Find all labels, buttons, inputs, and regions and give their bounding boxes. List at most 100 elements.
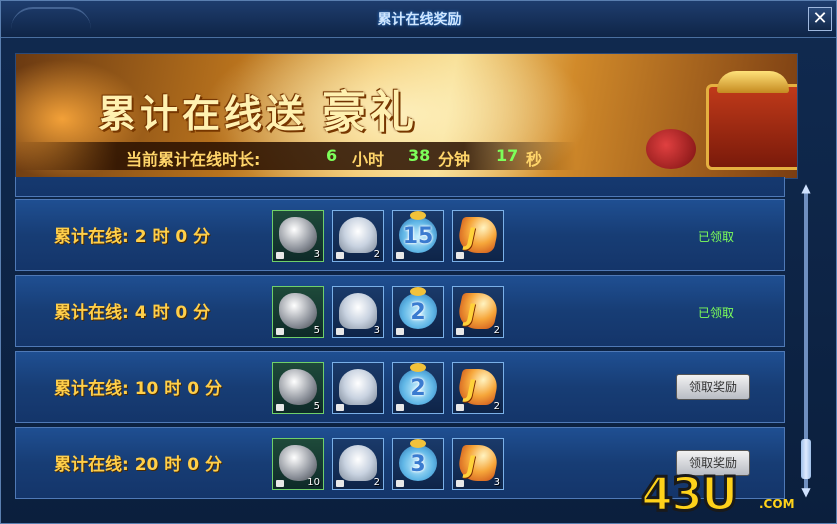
- watermark-brand: 43U: [639, 466, 739, 523]
- lock-icon: [336, 252, 344, 259]
- title-bar: 累计在线奖励 ✕: [1, 1, 836, 38]
- headline-big: 豪礼: [322, 87, 419, 138]
- silver-ingot-icon: [339, 293, 377, 329]
- lucky-bag-icon: 2: [399, 287, 437, 329]
- stone-icon: [279, 369, 317, 405]
- lock-icon: [396, 328, 404, 335]
- reward-item-slot[interactable]: [332, 362, 384, 414]
- item-count: 3: [373, 325, 380, 336]
- reward-item-slot[interactable]: J3: [452, 438, 504, 490]
- lock-icon: [336, 404, 344, 411]
- row-threshold-label: 累计在线: 2 时 0 分: [54, 227, 211, 247]
- online-time-bar: 当前累计在线时长: 6 小时 38 分钟 17 秒: [16, 142, 576, 170]
- lock-icon: [276, 252, 284, 259]
- claim-reward-button[interactable]: 领取奖励: [676, 374, 750, 400]
- bag-number: 15: [402, 224, 434, 249]
- item-count: 3: [493, 477, 500, 488]
- bag-number: 2: [410, 300, 426, 325]
- row-threshold-label: 累计在线: 4 时 0 分: [54, 303, 211, 323]
- lock-icon: [456, 480, 464, 487]
- minutes-value: 38: [408, 146, 431, 165]
- silver-ingot-icon: [339, 369, 377, 405]
- lock-icon: [396, 480, 404, 487]
- bag-number: 2: [410, 376, 426, 401]
- claimed-status: 已领取: [698, 306, 735, 320]
- window-title: 累计在线奖励: [377, 12, 462, 28]
- site-watermark-logo: 43U .COM: [639, 466, 821, 523]
- reward-item-slot[interactable]: J2: [452, 362, 504, 414]
- flame-j-icon: J: [455, 369, 501, 405]
- reward-items: 3 2 15 J: [272, 210, 504, 262]
- flame-j-icon: J: [455, 217, 501, 253]
- reward-item-slot[interactable]: 3: [272, 210, 324, 262]
- flame-j-icon: J: [455, 445, 501, 481]
- scrollbar[interactable]: ▲ ▼: [797, 181, 815, 499]
- reward-item-slot[interactable]: 2: [332, 438, 384, 490]
- close-button[interactable]: ✕: [808, 7, 832, 31]
- lock-icon: [456, 252, 464, 259]
- time-label: 当前累计在线时长:: [126, 150, 261, 169]
- lock-icon: [396, 252, 404, 259]
- watermark-suffix: .COM: [759, 497, 795, 511]
- lock-icon: [336, 480, 344, 487]
- reward-item-slot[interactable]: 10: [272, 438, 324, 490]
- reward-item-slot[interactable]: 3: [392, 438, 444, 490]
- reward-item-slot[interactable]: 2: [332, 210, 384, 262]
- reward-row: 累计在线: 10 时 0 分 5 2 J2 领取奖励: [15, 351, 785, 423]
- hours-value: 6: [326, 146, 338, 165]
- hours-unit: 小时: [352, 150, 385, 169]
- silver-ingot-icon: [339, 217, 377, 253]
- bag-number: 3: [410, 452, 426, 477]
- seconds-value: 17: [496, 146, 519, 165]
- reward-item-slot[interactable]: 5: [272, 286, 324, 338]
- lock-icon: [276, 404, 284, 411]
- reward-row: 累计在线: 2 时 0 分 3 2 15 J 已领取: [15, 199, 785, 271]
- reward-row: 累计在线: 4 时 0 分 5 3 2 J2 已领取: [15, 275, 785, 347]
- stone-icon: [279, 217, 317, 253]
- reward-row: [15, 177, 785, 197]
- reward-item-slot[interactable]: 15: [392, 210, 444, 262]
- item-count: 2: [493, 401, 500, 412]
- reward-item-slot[interactable]: 2: [392, 286, 444, 338]
- reward-item-slot[interactable]: 2: [392, 362, 444, 414]
- reward-item-slot[interactable]: J: [452, 210, 504, 262]
- red-pouch-art: [646, 129, 696, 169]
- silver-ingot-icon: [339, 445, 377, 481]
- lock-icon: [396, 404, 404, 411]
- treasure-chest-art: [706, 71, 797, 170]
- item-count: 2: [373, 477, 380, 488]
- lock-icon: [456, 328, 464, 335]
- item-count: 5: [313, 401, 320, 412]
- row-threshold-label: 累计在线: 20 时 0 分: [54, 455, 222, 475]
- online-reward-window: 累计在线奖励 ✕ 累计在线送 豪礼 当前累计在线时长: 6 小时 38 分钟 17…: [0, 0, 837, 524]
- lock-icon: [276, 480, 284, 487]
- reward-item-slot[interactable]: 3: [332, 286, 384, 338]
- lucky-bag-icon: 2: [399, 363, 437, 405]
- item-count: 2: [493, 325, 500, 336]
- lock-icon: [336, 328, 344, 335]
- item-count: 2: [373, 249, 380, 260]
- scroll-up-arrow-icon[interactable]: ▲: [799, 181, 813, 195]
- lucky-bag-icon: 3: [399, 439, 437, 481]
- lucky-bag-icon: 15: [399, 211, 437, 253]
- banner-headline: 累计在线送 豪礼: [98, 76, 418, 140]
- item-count: 10: [307, 477, 320, 488]
- reward-item-slot[interactable]: 5: [272, 362, 324, 414]
- banner: 累计在线送 豪礼 当前累计在线时长: 6 小时 38 分钟 17 秒: [15, 53, 798, 179]
- lock-icon: [456, 404, 464, 411]
- reward-items: 10 2 3 J3: [272, 438, 504, 490]
- claimed-status: 已领取: [698, 230, 735, 244]
- stone-icon: [279, 293, 317, 329]
- headline-main: 累计在线送: [98, 92, 309, 136]
- row-threshold-label: 累计在线: 10 时 0 分: [54, 379, 222, 399]
- stone-icon: [279, 445, 317, 481]
- reward-items: 5 2 J2: [272, 362, 504, 414]
- seconds-unit: 秒: [526, 150, 543, 169]
- flame-j-icon: J: [455, 293, 501, 329]
- item-count: 5: [313, 325, 320, 336]
- reward-item-slot[interactable]: J2: [452, 286, 504, 338]
- item-count: 3: [313, 249, 320, 260]
- minutes-unit: 分钟: [438, 150, 471, 169]
- reward-items: 5 3 2 J2: [272, 286, 504, 338]
- lock-icon: [276, 328, 284, 335]
